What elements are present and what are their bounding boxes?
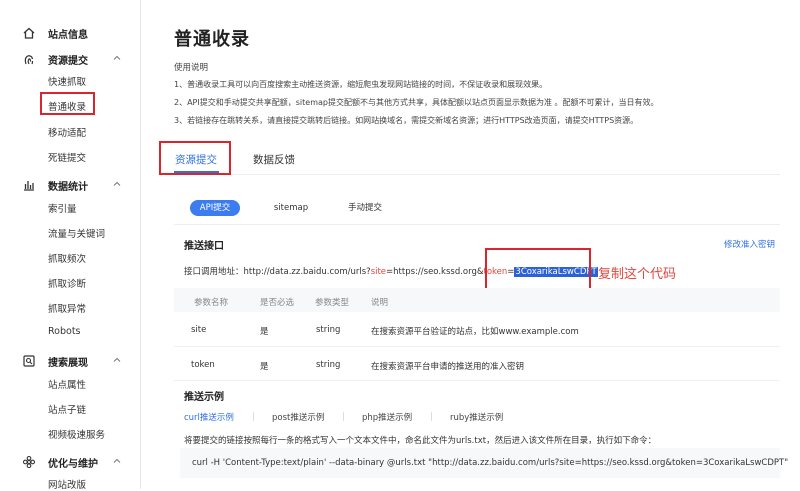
page-title: 普通收录 [174,29,250,50]
sidebar-divider [140,0,141,489]
example-tab-ruby[interactable]: ruby推送示例 [450,411,503,423]
sidebar-item-mobile-adapt[interactable]: 移动适配 [48,125,86,139]
sidebar-item-crawl-errors[interactable]: 抓取异常 [48,301,86,315]
sidebar-group-site-info[interactable]: 站点信息 [0,23,140,45]
sidebar-item-robots[interactable]: Robots [48,326,81,337]
chevron-up-icon [113,458,121,463]
method-sitemap-button[interactable]: sitemap [266,200,316,216]
usage-heading: 使用说明 [174,63,209,73]
table-cell: token [191,360,215,370]
method-manual-button[interactable]: 手动提交 [340,200,390,216]
table-header-cell: 说明 [371,298,389,308]
table-cell: string [316,360,341,370]
sidebar-item-deadlink-submit[interactable]: 死链提交 [48,150,86,164]
search-page-icon [23,355,35,367]
curl-command[interactable]: curl -H 'Content-Type:text/plain' --data… [192,458,788,468]
table-cell: 在搜索资源平台验证的站点，比如www.example.com [371,327,579,337]
sidebar-item-crawl-diagnosis[interactable]: 抓取诊断 [48,276,86,290]
bar-chart-icon [24,181,34,191]
tab-data-feedback[interactable]: 数据反馈 [253,152,295,167]
sidebar: 站点信息 资源提交 快速抓取 普通收录 移动适配 死链提交 数据统计 索引量 流… [0,0,140,491]
table-row-divider [174,380,780,381]
push-examples-heading: 推送示例 [184,392,224,403]
table-cell: 是 [260,362,269,372]
highlight-box-token [485,248,591,292]
chevron-up-icon [113,55,121,60]
table-header-cell: 参数名称 [194,298,229,308]
sidebar-group-label: 站点信息 [48,30,88,41]
example-tab-curl[interactable]: curl推送示例 [184,411,234,423]
table-row-divider [174,346,780,347]
method-divider [174,224,780,225]
table-cell: string [316,325,341,335]
sidebar-item-index-count[interactable]: 索引量 [48,201,77,215]
table-cell: site [191,325,207,335]
example-description: 将要提交的链接按照每行一条的格式写入一个文本文件中，命名此文件为urls.txt… [184,436,657,446]
chevron-up-icon [113,357,121,362]
example-tab-separator [253,412,254,421]
table-cell: 在搜索资源平台申请的推送用的准入密钥 [371,362,525,372]
home-icon [23,27,35,39]
highlight-box-tab [159,141,231,175]
modify-key-link[interactable]: 修改准入密钥 [724,238,775,250]
sidebar-item-traffic-keywords[interactable]: 流量与关键词 [48,226,105,240]
example-tab-php[interactable]: php推送示例 [362,411,412,423]
usage-line: 3、若链接存在跳转关系，请直接提交跳转后链接。如网站换域名，需提交新域名资源；进… [174,116,639,125]
sidebar-item-crawl-frequency[interactable]: 抓取频次 [48,251,86,265]
sidebar-group-label: 搜索展现 [48,358,88,369]
chevron-up-icon [113,181,121,186]
table-cell: 是 [260,327,269,337]
push-interface-heading: 推送接口 [184,241,224,252]
usage-line: 2、API提交和手动提交共享配额，sitemap提交配额不与其他方式共享，具体配… [174,98,659,107]
sidebar-group-resource-submit[interactable]: 资源提交 [0,49,140,71]
api-label: 接口调用地址： [184,267,244,277]
example-tab-separator [431,412,432,421]
api-site-key: site [370,267,387,277]
sidebar-item-site-sublinks[interactable]: 站点子链 [48,402,86,416]
sidebar-group-data-stats[interactable]: 数据统计 [0,175,140,197]
method-api-button[interactable]: API提交 [190,200,240,216]
example-tab-post[interactable]: post推送示例 [272,411,324,423]
sidebar-group-label: 优化与维护 [48,459,98,470]
api-url-prefix: http://data.zz.baidu.com/urls? [243,267,371,277]
sidebar-group-search-display[interactable]: 搜索展现 [0,351,140,373]
sidebar-item-video-fast-service[interactable]: 视频极速服务 [48,427,105,441]
sidebar-group-optimize-maintain[interactable]: 优化与维护 [0,452,140,474]
fingerprint-icon [24,55,34,65]
sidebar-item-fast-crawl[interactable]: 快速抓取 [48,74,86,88]
table-header-cell: 参数类型 [315,298,350,308]
settings-flower-icon [22,455,36,469]
sidebar-item-site-attributes[interactable]: 站点属性 [48,377,86,391]
tabs-divider [160,174,780,175]
api-url-mid: =https://seo.kssd.org& [386,267,484,277]
highlight-box-sidebar [40,92,95,115]
copy-annotation: 复制这个代码 [598,267,677,282]
sidebar-group-label: 数据统计 [48,182,88,193]
example-tab-separator [343,412,344,421]
table-header-cell: 是否必选 [260,298,295,308]
usage-line: 1、普通收录工具可以向百度搜索主动推送资源，缩短爬虫发现网站链接的时间，不保证收… [174,80,548,89]
sidebar-group-label: 资源提交 [48,56,88,67]
